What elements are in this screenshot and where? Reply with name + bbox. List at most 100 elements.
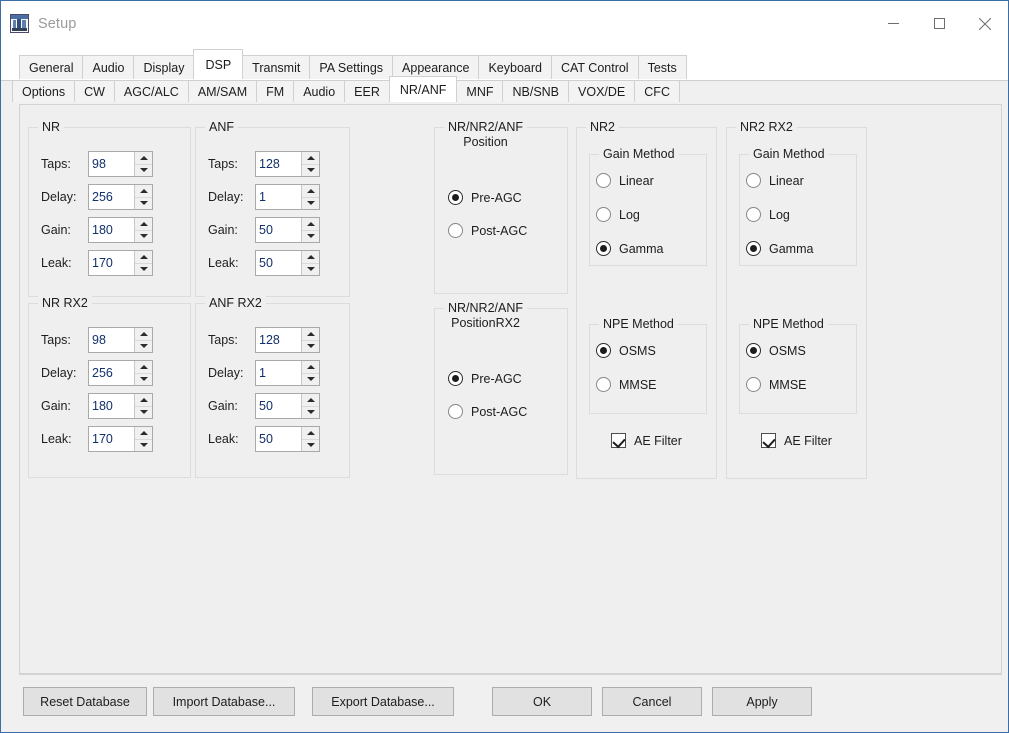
radio-icon[interactable]	[596, 377, 611, 392]
spin-up-icon[interactable]	[302, 328, 319, 341]
tab-audio[interactable]: Audio	[82, 55, 134, 79]
subtab-agc-alc[interactable]: AGC/ALC	[114, 80, 189, 102]
nr-rx2-gain-stepper[interactable]: 180	[88, 393, 153, 419]
spin-down-icon[interactable]	[302, 165, 319, 177]
checkbox-icon[interactable]	[761, 433, 776, 448]
spin-down-icon[interactable]	[135, 231, 152, 243]
spin-down-icon[interactable]	[302, 407, 319, 419]
anf-rx2-delay-stepper[interactable]: 1	[255, 360, 320, 386]
spin-down-icon[interactable]	[302, 440, 319, 452]
position-rx2-radio-pre-agc[interactable]: Pre-AGC	[448, 371, 522, 386]
spin-up-icon[interactable]	[302, 394, 319, 407]
export-database-button[interactable]: Export Database...	[312, 687, 454, 716]
spin-down-icon[interactable]	[135, 341, 152, 353]
anf-rx2-delay-spin-buttons[interactable]	[301, 361, 319, 385]
tab-general[interactable]: General	[19, 55, 83, 79]
anf-leak-spin-buttons[interactable]	[301, 251, 319, 275]
anf-rx2-leak-value[interactable]: 50	[256, 427, 301, 451]
nr-rx2-gain-value[interactable]: 180	[89, 394, 134, 418]
anf-rx2-taps-stepper[interactable]: 128	[255, 327, 320, 353]
reset-database-button[interactable]: Reset Database	[23, 687, 147, 716]
anf-delay-value[interactable]: 1	[256, 185, 301, 209]
nr2-rx2-gain-radio-log[interactable]: Log	[746, 207, 790, 222]
spin-down-icon[interactable]	[302, 374, 319, 386]
spin-down-icon[interactable]	[302, 231, 319, 243]
spin-down-icon[interactable]	[302, 341, 319, 353]
spin-up-icon[interactable]	[302, 427, 319, 440]
radio-icon[interactable]	[596, 173, 611, 188]
radio-icon[interactable]	[746, 173, 761, 188]
nr2-gain-radio-log[interactable]: Log	[596, 207, 640, 222]
nr2-rx2-npe-radio-osms[interactable]: OSMS	[746, 343, 806, 358]
subtab-vox-de[interactable]: VOX/DE	[568, 80, 635, 102]
spin-up-icon[interactable]	[135, 427, 152, 440]
spin-up-icon[interactable]	[302, 361, 319, 374]
spin-up-icon[interactable]	[135, 152, 152, 165]
nr-rx2-delay-stepper[interactable]: 256	[88, 360, 153, 386]
spin-down-icon[interactable]	[135, 198, 152, 210]
anf-rx2-gain-value[interactable]: 50	[256, 394, 301, 418]
nr-leak-value[interactable]: 170	[89, 251, 134, 275]
subtab-cfc[interactable]: CFC	[634, 80, 680, 102]
spin-down-icon[interactable]	[302, 264, 319, 276]
nr2-rx2-ae-filter-checkbox[interactable]: AE Filter	[761, 433, 832, 448]
spin-up-icon[interactable]	[302, 152, 319, 165]
tab-dsp[interactable]: DSP	[193, 49, 243, 79]
subtab-am-sam[interactable]: AM/SAM	[188, 80, 257, 102]
checkbox-icon[interactable]	[611, 433, 626, 448]
import-database-button[interactable]: Import Database...	[153, 687, 295, 716]
nr-gain-spin-buttons[interactable]	[134, 218, 152, 242]
close-icon[interactable]	[962, 1, 1008, 46]
radio-icon[interactable]	[596, 343, 611, 358]
radio-icon[interactable]	[448, 371, 463, 386]
anf-rx2-delay-value[interactable]: 1	[256, 361, 301, 385]
radio-icon[interactable]	[596, 207, 611, 222]
nr-leak-spin-buttons[interactable]	[134, 251, 152, 275]
subtab-cw[interactable]: CW	[74, 80, 115, 102]
radio-icon[interactable]	[448, 404, 463, 419]
anf-leak-value[interactable]: 50	[256, 251, 301, 275]
anf-delay-spin-buttons[interactable]	[301, 185, 319, 209]
nr2-ae-filter-checkbox[interactable]: AE Filter	[611, 433, 682, 448]
nr-taps-value[interactable]: 98	[89, 152, 134, 176]
cancel-button[interactable]: Cancel	[602, 687, 702, 716]
apply-button[interactable]: Apply	[712, 687, 812, 716]
maximize-icon[interactable]	[916, 1, 962, 46]
tab-pa-settings[interactable]: PA Settings	[309, 55, 393, 79]
radio-icon[interactable]	[448, 223, 463, 238]
spin-down-icon[interactable]	[135, 264, 152, 276]
spin-down-icon[interactable]	[302, 198, 319, 210]
anf-gain-stepper[interactable]: 50	[255, 217, 320, 243]
anf-taps-spin-buttons[interactable]	[301, 152, 319, 176]
nr-rx2-delay-spin-buttons[interactable]	[134, 361, 152, 385]
anf-gain-value[interactable]: 50	[256, 218, 301, 242]
subtab-mnf[interactable]: MNF	[456, 80, 503, 102]
subtab-options[interactable]: Options	[12, 80, 75, 102]
anf-rx2-taps-spin-buttons[interactable]	[301, 328, 319, 352]
nr2-rx2-gain-radio-gamma[interactable]: Gamma	[746, 241, 813, 256]
radio-icon[interactable]	[746, 207, 761, 222]
position-rx2-radio-post-agc[interactable]: Post-AGC	[448, 404, 527, 419]
anf-rx2-gain-spin-buttons[interactable]	[301, 394, 319, 418]
spin-down-icon[interactable]	[135, 440, 152, 452]
nr-rx2-leak-stepper[interactable]: 170	[88, 426, 153, 452]
spin-up-icon[interactable]	[302, 185, 319, 198]
nr-rx2-gain-spin-buttons[interactable]	[134, 394, 152, 418]
ok-button[interactable]: OK	[492, 687, 592, 716]
nr-delay-spin-buttons[interactable]	[134, 185, 152, 209]
anf-rx2-taps-value[interactable]: 128	[256, 328, 301, 352]
spin-up-icon[interactable]	[135, 328, 152, 341]
spin-up-icon[interactable]	[135, 185, 152, 198]
spin-down-icon[interactable]	[135, 165, 152, 177]
nr-rx2-leak-spin-buttons[interactable]	[134, 427, 152, 451]
nr2-npe-radio-mmse[interactable]: MMSE	[596, 377, 657, 392]
anf-gain-spin-buttons[interactable]	[301, 218, 319, 242]
radio-icon[interactable]	[448, 190, 463, 205]
anf-taps-stepper[interactable]: 128	[255, 151, 320, 177]
tab-display[interactable]: Display	[133, 55, 194, 79]
nr2-npe-radio-osms[interactable]: OSMS	[596, 343, 656, 358]
position-radio-pre-agc[interactable]: Pre-AGC	[448, 190, 522, 205]
spin-up-icon[interactable]	[135, 218, 152, 231]
nr-rx2-taps-stepper[interactable]: 98	[88, 327, 153, 353]
nr-rx2-taps-spin-buttons[interactable]	[134, 328, 152, 352]
